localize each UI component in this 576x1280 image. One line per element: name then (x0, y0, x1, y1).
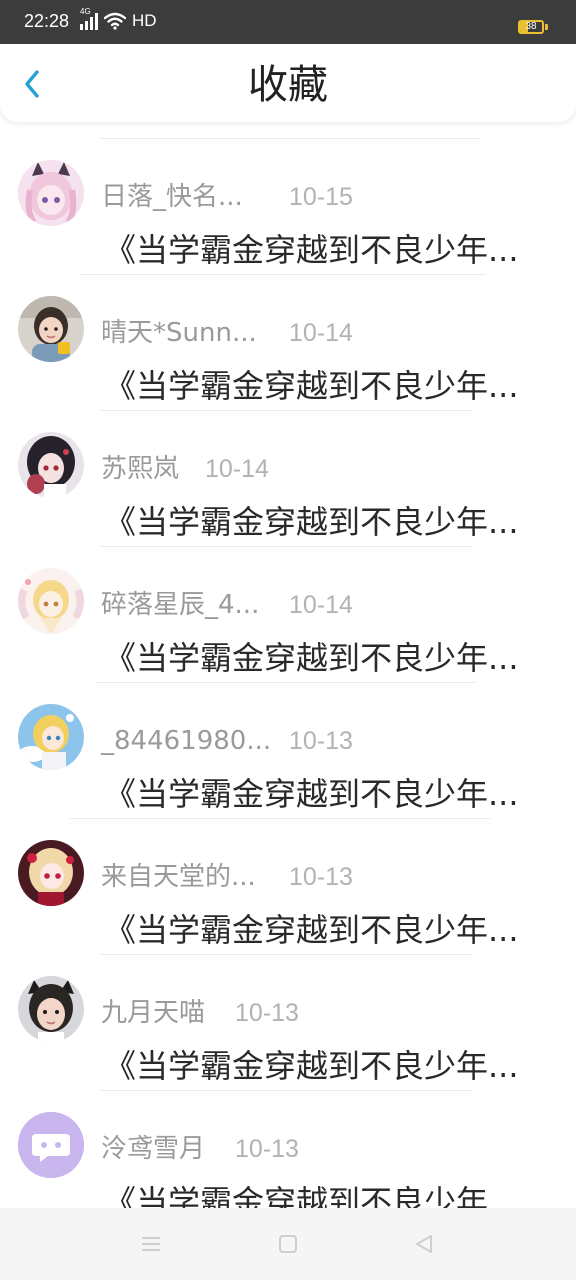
list-item[interactable]: 苏熙岚 10-14 《当学霸金穿越到不良少年... (0, 411, 576, 547)
triangle-back-icon (413, 1233, 435, 1255)
item-author: 晴天*Sunn... (101, 318, 257, 348)
status-icons: 4G HD (80, 8, 157, 32)
item-author: 苏熙岚 (101, 454, 180, 484)
status-time: 22:28 (24, 11, 70, 31)
avatar[interactable] (18, 432, 84, 498)
menu-icon (139, 1234, 163, 1254)
list-item[interactable]: 九月天喵 10-13 《当学霸金穿越到不良少年... (0, 955, 576, 1091)
item-title: 《当学霸金穿越到不良少年... (104, 639, 519, 677)
item-date: 10-14 (289, 591, 353, 619)
item-title: 《当学霸金穿越到不良少年... (104, 503, 519, 541)
wifi-icon (104, 12, 126, 30)
nav-home-button[interactable] (274, 1230, 302, 1258)
avatar[interactable] (18, 160, 84, 226)
item-author: 日落_快名... (101, 182, 243, 212)
item-author: 碎落星辰_4... (101, 590, 260, 620)
status-bar: 22:28 4G HD 38 (0, 0, 576, 44)
item-date: 10-14 (205, 455, 269, 483)
item-title: 《当学霸金穿越到不良少年... (104, 1183, 519, 1208)
item-date: 10-13 (235, 999, 299, 1027)
item-author: 九月天喵 (101, 998, 206, 1028)
default-avatar-chat-icon (18, 1112, 84, 1178)
header: 收藏 (0, 44, 576, 122)
hd-indicator: HD (132, 11, 157, 30)
nav-menu-button[interactable] (137, 1230, 165, 1258)
nav-back-button[interactable] (410, 1230, 438, 1258)
item-title: 《当学霸金穿越到不良少年... (104, 231, 519, 269)
avatar[interactable] (18, 840, 84, 906)
item-date: 10-13 (289, 727, 353, 755)
signal-icon: 4G (80, 8, 98, 30)
list-item[interactable]: 泠鸢雪月 10-13 《当学霸金穿越到不良少年... (0, 1091, 576, 1208)
list-item[interactable]: _84461980... 10-13 《当学霸金穿越到不良少年... (0, 683, 576, 819)
list-item[interactable]: 碎落星辰_4... 10-14 《当学霸金穿越到不良少年... (0, 547, 576, 683)
item-title: 《当学霸金穿越到不良少年... (104, 367, 519, 405)
item-date: 10-13 (289, 863, 353, 891)
item-title: 《当学霸金穿越到不良少年... (104, 775, 519, 813)
list-item[interactable]: 来自天堂的... 10-13 《当学霸金穿越到不良少年... (0, 819, 576, 955)
page-title: 收藏 (248, 62, 328, 108)
item-date: 10-13 (235, 1135, 299, 1163)
battery-icon: 38 (518, 19, 548, 35)
navigation-bar (0, 1208, 576, 1280)
avatar[interactable] (18, 704, 84, 770)
item-author: 来自天堂的... (101, 862, 256, 892)
avatar[interactable] (18, 296, 84, 362)
item-title: 《当学霸金穿越到不良少年... (104, 911, 519, 949)
avatar[interactable] (18, 568, 84, 634)
list-item[interactable]: 晴天*Sunn... 10-14 《当学霸金穿越到不良少年... (0, 275, 576, 411)
item-title: 《当学霸金穿越到不良少年... (104, 1047, 519, 1085)
item-date: 10-15 (289, 183, 353, 211)
favorites-list: 日落_快名... 10-15 《当学霸金穿越到不良少年... 晴天*Sunn..… (0, 122, 576, 1208)
battery-level: 38 (525, 21, 537, 32)
avatar[interactable] (18, 1112, 84, 1178)
item-date: 10-14 (289, 319, 353, 347)
square-icon (277, 1233, 299, 1255)
item-author: 泠鸢雪月 (101, 1134, 206, 1164)
avatar[interactable] (18, 976, 84, 1042)
network-type-label: 4G (80, 7, 91, 16)
list-item[interactable]: 日落_快名... 10-15 《当学霸金穿越到不良少年... (0, 139, 576, 275)
item-author: _84461980... (101, 726, 272, 756)
